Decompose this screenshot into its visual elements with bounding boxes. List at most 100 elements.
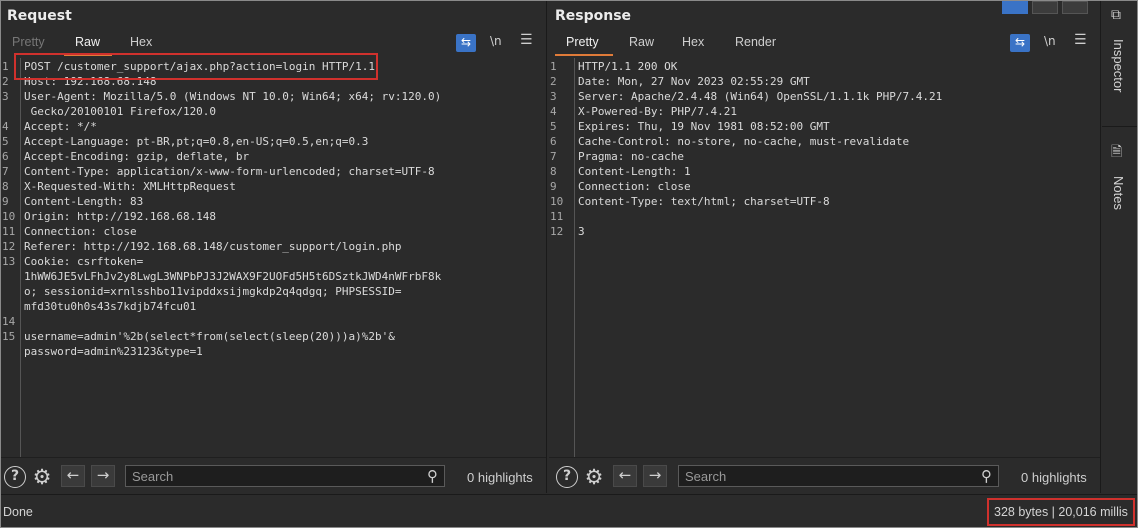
code-line: User-Agent: Mozilla/5.0 (Windows NT 10.0… xyxy=(24,90,442,103)
code-line: Cookie: csrftoken= xyxy=(24,255,144,268)
code-line: Cache-Control: no-store, no-cache, must-… xyxy=(578,135,910,148)
forward-arrow-icon[interactable]: → xyxy=(91,465,115,487)
code-line: Content-Type: text/html; charset=UTF-8 xyxy=(578,195,830,208)
code-line: Accept: */* xyxy=(24,120,97,133)
line-number: 8 xyxy=(2,180,9,193)
code-line: Gecko/20100101 Firefox/120.0 xyxy=(24,105,217,118)
code-line: 3 xyxy=(578,225,585,238)
line-number: 1 xyxy=(2,60,9,73)
back-arrow-icon[interactable]: ← xyxy=(61,465,85,487)
code-line: Server: Apache/2.4.48 (Win64) OpenSSL/1.… xyxy=(578,90,943,103)
code-line: Pragma: no-cache xyxy=(578,150,684,163)
response-pane: Response Pretty Raw Hex Render ⇆ \n ☰ 1 H… xyxy=(549,1,1101,493)
status-bar: Done 328 bytes | 20,016 millis xyxy=(1,494,1137,527)
line-number: 9 xyxy=(2,195,9,208)
forward-arrow-icon[interactable]: → xyxy=(643,465,667,487)
line-number: 14 xyxy=(2,315,16,328)
request-bottom-bar: ? ⚙ ← → ⚲ 0 highlights xyxy=(1,457,546,493)
code-line: Expires: Thu, 19 Nov 1981 08:52:00 GMT xyxy=(578,120,830,133)
line-number: 7 xyxy=(2,165,9,178)
inspector-tab[interactable]: Inspector xyxy=(1111,39,1126,92)
code-line: HTTP/1.1 200 OK xyxy=(578,60,678,73)
response-bottom-bar: ? ⚙ ← → ⚲ 0 highlights xyxy=(549,457,1100,493)
tab-pretty[interactable]: Pretty xyxy=(566,35,599,49)
line-number: 3 xyxy=(2,90,9,103)
line-number: 7 xyxy=(550,150,557,163)
line-number: 9 xyxy=(550,180,557,193)
newline-toggle-icon[interactable]: \n xyxy=(490,34,502,48)
layout-stacked-button[interactable] xyxy=(1032,1,1058,14)
code-line: 1hWW6JE5vLFhJv2y8LwgL3WNPbPJ3J2WAX9F2UOF… xyxy=(24,270,442,283)
code-line: Content-Length: 1 xyxy=(578,165,691,178)
menu-icon[interactable]: ☰ xyxy=(520,32,533,48)
code-line: Accept-Encoding: gzip, deflate, br xyxy=(24,150,250,163)
line-number: 10 xyxy=(2,210,16,223)
response-title: Response xyxy=(555,8,632,24)
line-number: 8 xyxy=(550,165,557,178)
tab-hex[interactable]: Hex xyxy=(682,35,704,49)
wrap-lines-icon[interactable]: ⇆ xyxy=(1010,34,1030,52)
search-icon: ⚲ xyxy=(427,467,438,485)
code-line: Accept-Language: pt-BR,pt;q=0.8,en-US;q=… xyxy=(24,135,369,148)
line-number: 6 xyxy=(550,135,557,148)
line-number: 12 xyxy=(2,240,16,253)
request-search[interactable]: ⚲ xyxy=(125,465,445,487)
line-number: 13 xyxy=(2,255,16,268)
line-number: 11 xyxy=(2,225,16,238)
code-line: Connection: close xyxy=(24,225,137,238)
status-text: Done xyxy=(3,505,33,519)
gear-icon[interactable]: ⚙ xyxy=(583,466,605,488)
line-number: 5 xyxy=(550,120,557,133)
code-line: Content-Length: 83 xyxy=(24,195,144,208)
help-icon[interactable]: ? xyxy=(556,466,578,488)
request-search-input[interactable] xyxy=(132,469,387,484)
wrap-lines-icon[interactable]: ⇆ xyxy=(456,34,476,52)
layout-side-by-side-button[interactable] xyxy=(1002,1,1028,14)
line-number: 2 xyxy=(550,75,557,88)
code-line: Referer: http://192.168.68.148/customer_… xyxy=(24,240,402,253)
line-number: 6 xyxy=(2,150,9,163)
line-number: 2 xyxy=(2,75,9,88)
back-arrow-icon[interactable]: ← xyxy=(613,465,637,487)
line-number: 12 xyxy=(550,225,564,238)
tab-raw[interactable]: Raw xyxy=(75,35,100,49)
response-highlights-count: 0 highlights xyxy=(1021,470,1087,485)
response-editor[interactable]: 1 HTTP/1.1 200 OK 2 Date: Mon, 27 Nov 2023 … xyxy=(549,58,1100,457)
request-highlights-count: 0 highlights xyxy=(467,470,533,485)
help-icon[interactable]: ? xyxy=(4,466,26,488)
line-number: 10 xyxy=(550,195,564,208)
inspector-icon[interactable]: ⧉ xyxy=(1111,7,1121,23)
code-line: mfd30tu0h0s43s7kdjb74fcu01 xyxy=(24,300,197,313)
active-tab-underline xyxy=(555,54,613,56)
line-number: 1 xyxy=(550,60,557,73)
layout-tabs-button[interactable] xyxy=(1062,1,1088,14)
code-line: password=admin%23123&type=1 xyxy=(24,345,203,358)
line-number: 3 xyxy=(550,90,557,103)
response-stats: 328 bytes | 20,016 millis xyxy=(987,498,1135,526)
code-line: Connection: close xyxy=(578,180,691,193)
code-line: Content-Type: application/x-www-form-url… xyxy=(24,165,435,178)
menu-icon[interactable]: ☰ xyxy=(1074,32,1087,48)
response-search[interactable]: ⚲ xyxy=(678,465,999,487)
request-editor[interactable]: 1 POST /customer_support/ajax.php?action=… xyxy=(1,58,546,457)
sidebar-divider xyxy=(1102,126,1137,127)
notes-icon[interactable]: 🗎 xyxy=(1111,141,1122,165)
line-number: 5 xyxy=(2,135,9,148)
tab-raw[interactable]: Raw xyxy=(629,35,654,49)
tab-pretty[interactable]: Pretty xyxy=(12,35,45,49)
code-line: Date: Mon, 27 Nov 2023 02:55:29 GMT xyxy=(578,75,810,88)
line-number: 4 xyxy=(2,120,9,133)
gear-icon[interactable]: ⚙ xyxy=(31,466,53,488)
newline-toggle-icon[interactable]: \n xyxy=(1044,34,1056,48)
tab-hex[interactable]: Hex xyxy=(130,35,152,49)
line-number: 11 xyxy=(550,210,564,223)
code-line: X-Powered-By: PHP/7.4.21 xyxy=(578,105,737,118)
tab-render[interactable]: Render xyxy=(735,35,776,49)
notes-tab[interactable]: Notes xyxy=(1111,176,1126,210)
code-line: Origin: http://192.168.68.148 xyxy=(24,210,217,223)
code-line: Host: 192.168.68.148 xyxy=(24,75,157,88)
response-search-input[interactable] xyxy=(685,469,941,484)
code-line: POST /customer_support/ajax.php?action=l… xyxy=(24,60,375,73)
request-pane: Request Pretty Raw Hex ⇆ \n ☰ 1 POST /cus… xyxy=(1,1,547,493)
line-number: 4 xyxy=(550,105,557,118)
